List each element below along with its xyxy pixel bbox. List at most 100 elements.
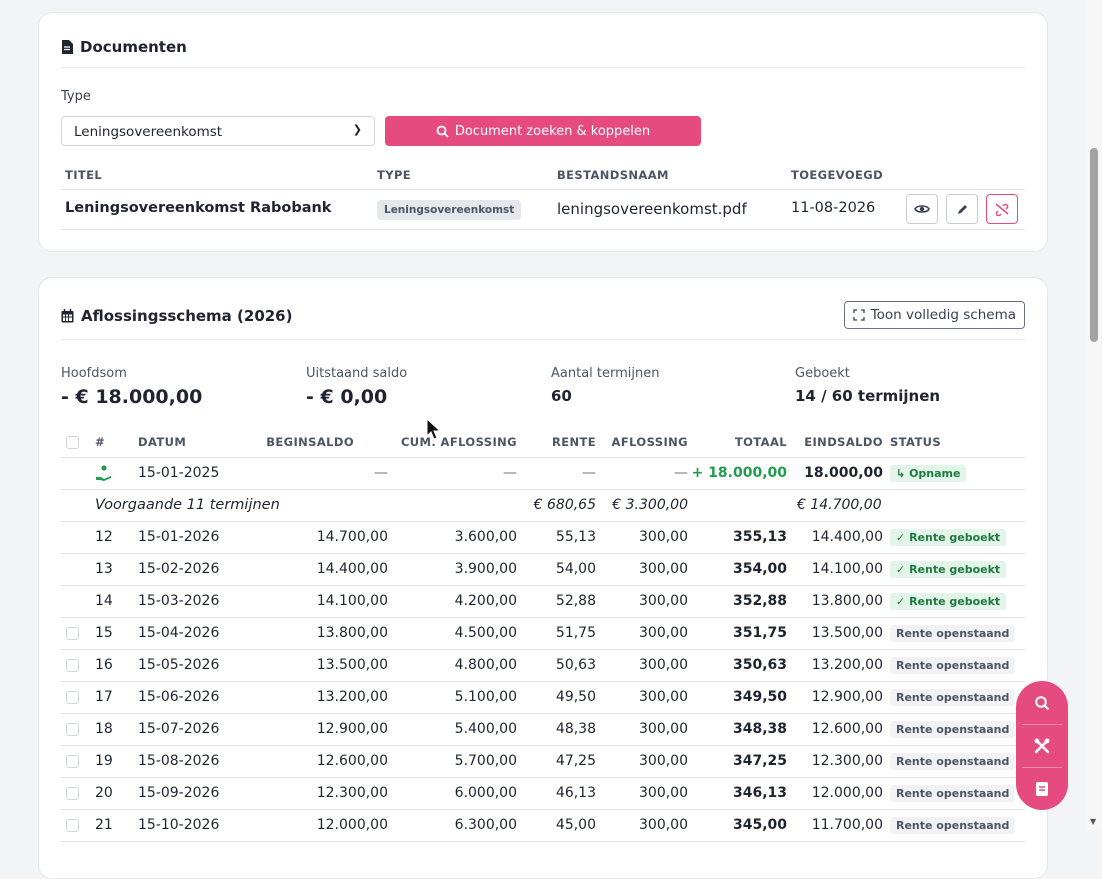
col-type-header: TYPE: [377, 168, 412, 182]
page-scrollbar[interactable]: ▼: [1086, 0, 1102, 830]
withdrawal-begin: —: [374, 465, 388, 481]
row-cum-repayment: 4.200,00: [454, 593, 517, 609]
table-row[interactable]: 18 15-07-2026 12.900,00 5.400,00 48,38 300,00…: [61, 714, 1025, 746]
edit-document-button[interactable]: [946, 194, 978, 224]
fab-tools-button[interactable]: [1016, 724, 1068, 767]
schedule-header: Aflossingsschema (2026): [61, 307, 292, 325]
floating-actions: [1016, 681, 1068, 810]
row-repayment: 300,00: [639, 753, 688, 769]
col-repay-header: AFLOSSING: [611, 435, 688, 449]
fab-notes-button[interactable]: [1016, 767, 1068, 810]
row-checkbox[interactable]: [66, 723, 79, 736]
status-badge: Rente openstaand: [890, 657, 1016, 674]
table-row[interactable]: 15 15-04-2026 13.800,00 4.500,00 51,75 300,00…: [61, 618, 1025, 650]
check-icon: ✓: [896, 531, 906, 544]
row-checkbox[interactable]: [66, 819, 79, 832]
row-end-balance: 14.400,00: [811, 529, 883, 545]
table-row[interactable]: 13 15-02-2026 14.400,00 3.900,00 54,00 300,00…: [61, 554, 1025, 586]
divider: [61, 339, 1025, 340]
table-row[interactable]: 14 15-03-2026 14.100,00 4.200,00 52,88 300,00…: [61, 586, 1025, 618]
row-cum-repayment: 5.700,00: [454, 753, 517, 769]
row-interest: 45,00: [555, 817, 596, 833]
type-select[interactable]: Leningsovereenkomst ❯: [61, 116, 375, 146]
row-cum-repayment: 5.100,00: [454, 689, 517, 705]
principal-value: - € 18.000,00: [61, 386, 203, 408]
row-nr: 15: [95, 625, 113, 641]
row-repayment: 300,00: [639, 561, 688, 577]
previous-terms-label: Voorgaande 11 termijnen: [95, 497, 280, 513]
col-filename-header: BESTANDSNAAM: [557, 168, 669, 182]
row-begin-balance: 13.200,00: [316, 689, 388, 705]
col-end-header: EINDSALDO: [804, 435, 883, 449]
table-row[interactable]: 21 15-10-2026 12.000,00 6.300,00 45,00 300,00…: [61, 810, 1025, 842]
status-badge: Rente openstaand: [890, 817, 1016, 834]
row-checkbox[interactable]: [66, 691, 79, 704]
status-badge-label: Rente geboekt: [909, 531, 1001, 544]
row-nr: 12: [95, 529, 113, 545]
row-nr: 20: [95, 785, 113, 801]
row-begin-balance: 12.900,00: [316, 721, 388, 737]
row-date: 15-09-2026: [138, 785, 220, 801]
row-nr: 18: [95, 721, 113, 737]
row-date: 15-08-2026: [138, 753, 220, 769]
table-row[interactable]: 17 15-06-2026 13.200,00 5.100,00 49,50 300,00…: [61, 682, 1025, 714]
row-nr: 21: [95, 817, 113, 833]
row-checkbox[interactable]: [66, 627, 79, 640]
withdrawal-total: + 18.000,00: [691, 465, 787, 481]
withdrawal-cum: —: [503, 465, 517, 481]
row-begin-balance: 13.800,00: [316, 625, 388, 641]
show-full-schedule-button[interactable]: Toon volledig schema: [843, 301, 1025, 329]
select-all-checkbox[interactable]: [66, 436, 79, 449]
row-end-balance: 13.200,00: [811, 657, 883, 673]
show-full-schedule-label: Toon volledig schema: [870, 307, 1016, 323]
row-interest: 54,00: [555, 561, 596, 577]
row-total: 345,00: [732, 817, 787, 833]
row-date: 15-10-2026: [138, 817, 220, 833]
documents-card: Documenten Type Leningsovereenkomst ❯ Do…: [38, 12, 1048, 252]
scroll-down-arrow-icon[interactable]: ▼: [1090, 817, 1096, 826]
col-title-header: TITEL: [65, 168, 103, 182]
row-checkbox[interactable]: [66, 755, 79, 768]
col-interest-header: RENTE: [551, 435, 596, 449]
status-badge: Rente openstaand: [890, 689, 1016, 706]
row-cum-repayment: 6.000,00: [454, 785, 517, 801]
col-date-header: DATUM: [138, 435, 187, 449]
row-checkbox[interactable]: [66, 787, 79, 800]
table-row[interactable]: 16 15-05-2026 13.500,00 4.800,00 50,63 300,00…: [61, 650, 1025, 682]
document-type-badge: Leningsovereenkomst: [377, 200, 522, 220]
row-repayment: 300,00: [639, 529, 688, 545]
row-date: 15-07-2026: [138, 721, 220, 737]
status-badge: Rente openstaand: [890, 625, 1016, 642]
table-row[interactable]: 12 15-01-2026 14.700,00 3.600,00 55,13 300,00…: [61, 522, 1025, 554]
previous-interest: € 680,65: [533, 497, 596, 513]
check-icon: ✓: [896, 563, 906, 576]
status-badge: ↳ Opname: [890, 465, 967, 482]
row-date: 15-03-2026: [138, 593, 220, 609]
row-checkbox[interactable]: [66, 659, 79, 672]
status-badge: Rente openstaand: [890, 721, 1016, 738]
withdrawal-interest: —: [582, 465, 596, 481]
view-document-button[interactable]: [906, 194, 938, 224]
row-begin-balance: 12.600,00: [316, 753, 388, 769]
row-total: 350,63: [732, 657, 787, 673]
row-begin-balance: 13.500,00: [316, 657, 388, 673]
row-nr: 13: [95, 561, 113, 577]
row-total: 355,13: [732, 529, 787, 545]
table-row[interactable]: 19 15-08-2026 12.600,00 5.700,00 47,25 300,00…: [61, 746, 1025, 778]
row-cum-repayment: 3.600,00: [454, 529, 517, 545]
row-repayment: 300,00: [639, 785, 688, 801]
row-repayment: 300,00: [639, 625, 688, 641]
withdrawal-date: 15-01-2025: [138, 465, 220, 481]
fab-search-button[interactable]: [1016, 681, 1068, 724]
divider: [61, 229, 1025, 230]
status-badge: ✓ Rente geboekt: [890, 529, 1007, 546]
row-total: 349,50: [732, 689, 787, 705]
mouse-cursor-icon: [426, 418, 442, 440]
scrollbar-thumb[interactable]: [1090, 148, 1098, 342]
table-row[interactable]: 20 15-09-2026 12.300,00 6.000,00 46,13 300,00…: [61, 778, 1025, 810]
unlink-document-button[interactable]: [986, 194, 1018, 224]
search-link-document-button[interactable]: Document zoeken & koppelen: [385, 116, 701, 146]
status-badge-label: Rente geboekt: [909, 595, 1001, 608]
row-begin-balance: 14.100,00: [316, 593, 388, 609]
row-nr: 16: [95, 657, 113, 673]
